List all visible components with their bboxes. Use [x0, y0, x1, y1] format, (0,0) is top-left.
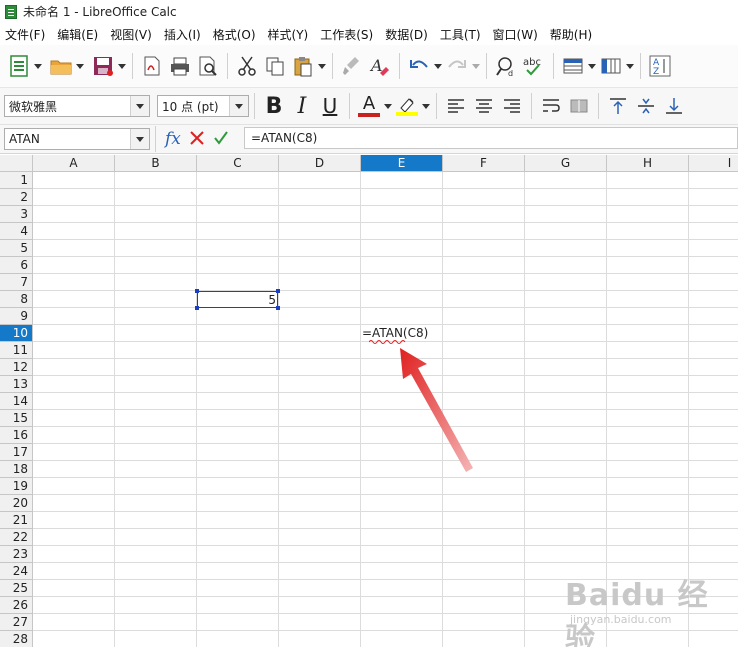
separator — [553, 53, 554, 79]
baidu-watermark-url: jingyan.baidu.com — [570, 613, 672, 626]
paste-icon[interactable] — [289, 52, 317, 80]
underline-button[interactable]: U — [316, 92, 344, 120]
save-dropdown-icon[interactable] — [117, 52, 127, 80]
merge-cells-icon[interactable] — [565, 92, 593, 120]
print-icon[interactable] — [166, 52, 194, 80]
font-size-combo[interactable]: 10 点 (pt) — [157, 95, 249, 117]
redo-icon[interactable] — [443, 52, 471, 80]
menu-tools[interactable]: 工具(T) — [434, 26, 487, 43]
menu-help[interactable]: 帮助(H) — [544, 26, 598, 43]
find-replace-icon[interactable]: d — [492, 52, 520, 80]
separator — [486, 53, 487, 79]
formatting-toolbar: 微软雅黑 10 点 (pt) B I U A — [0, 87, 738, 124]
font-name-combo[interactable]: 微软雅黑 — [4, 95, 150, 117]
calc-app-icon — [5, 4, 17, 19]
font-name-value: 微软雅黑 — [9, 99, 58, 114]
title-bar: 未命名 1 - LibreOffice Calc — [0, 0, 738, 23]
cancel-icon[interactable] — [189, 130, 205, 149]
new-dropdown-icon[interactable] — [33, 52, 43, 80]
menu-file[interactable]: 文件(F) — [0, 26, 51, 43]
clone-formatting-icon[interactable] — [338, 52, 366, 80]
font-size-dropdown-icon[interactable] — [229, 96, 248, 116]
baidu-watermark: Baidu 经验 — [565, 578, 709, 647]
undo-icon[interactable] — [405, 52, 433, 80]
row-dropdown-icon[interactable] — [587, 52, 597, 80]
separator — [436, 93, 437, 119]
bold-button[interactable]: B — [260, 92, 288, 120]
export-pdf-icon[interactable] — [138, 52, 166, 80]
accept-icon[interactable] — [213, 130, 229, 149]
redo-dropdown-icon[interactable] — [471, 52, 481, 80]
separator — [132, 53, 133, 79]
menu-format[interactable]: 格式(O) — [207, 26, 262, 43]
bold-glyph: B — [265, 93, 283, 119]
svg-text:d: d — [508, 69, 513, 77]
font-color-swatch — [358, 113, 380, 117]
separator — [332, 53, 333, 79]
font-color-dropdown-icon[interactable] — [383, 92, 393, 120]
save-icon[interactable] — [89, 52, 117, 80]
wrap-text-icon[interactable] — [537, 92, 565, 120]
separator — [399, 53, 400, 79]
column-icon[interactable] — [597, 52, 625, 80]
align-left-icon[interactable] — [442, 92, 470, 120]
align-bottom-icon[interactable] — [660, 92, 688, 120]
separator — [227, 53, 228, 79]
menu-styles[interactable]: 样式(Y) — [262, 26, 315, 43]
name-box-value: ATAN — [9, 132, 40, 146]
undo-dropdown-icon[interactable] — [433, 52, 443, 80]
font-size-value: 10 点 (pt) — [162, 99, 219, 114]
cut-icon[interactable] — [233, 52, 261, 80]
align-top-icon[interactable] — [604, 92, 632, 120]
menu-bar: 文件(F) 编辑(E) 视图(V) 插入(I) 格式(O) 样式(Y) 工作表(… — [0, 23, 738, 45]
font-name-dropdown-icon[interactable] — [130, 96, 149, 116]
italic-glyph: I — [297, 93, 307, 119]
align-center-icon[interactable] — [470, 92, 498, 120]
menu-data[interactable]: 数据(D) — [379, 26, 434, 43]
svg-text:A: A — [369, 56, 383, 75]
highlight-color-swatch — [396, 112, 418, 116]
separator — [254, 93, 255, 119]
separator — [155, 126, 156, 152]
highlight-color-button[interactable] — [393, 92, 421, 120]
row-icon[interactable] — [559, 52, 587, 80]
print-preview-icon[interactable] — [194, 52, 222, 80]
formula-input[interactable]: =ATAN(C8) — [244, 127, 738, 149]
spelling-icon[interactable]: abc — [520, 52, 548, 80]
spreadsheet-grid[interactable]: A B C D E F G H I 1 2 3 4 5 6 7 8 9 10 11 12 13 14 15 16 17 18 19 20… — [0, 155, 738, 647]
column-dropdown-icon[interactable] — [625, 52, 635, 80]
menu-sheet[interactable]: 工作表(S) — [314, 26, 379, 43]
separator — [531, 93, 532, 119]
open-folder-icon[interactable] — [47, 52, 75, 80]
italic-button[interactable]: I — [288, 92, 316, 120]
highlight-dropdown-icon[interactable] — [421, 92, 431, 120]
name-box-dropdown-icon[interactable] — [130, 129, 149, 149]
menu-edit[interactable]: 编辑(E) — [51, 26, 104, 43]
copy-icon[interactable] — [261, 52, 289, 80]
underline-glyph: U — [322, 94, 338, 118]
menu-insert[interactable]: 插入(I) — [158, 26, 207, 43]
center-vertically-icon[interactable] — [632, 92, 660, 120]
separator — [640, 53, 641, 79]
paste-dropdown-icon[interactable] — [317, 52, 327, 80]
window-title: 未命名 1 - LibreOffice Calc — [23, 5, 177, 19]
new-spreadsheet-icon[interactable] — [5, 52, 33, 80]
menu-window[interactable]: 窗口(W) — [487, 26, 544, 43]
separator — [349, 93, 350, 119]
name-box[interactable]: ATAN — [4, 128, 150, 150]
menu-view[interactable]: 视图(V) — [104, 26, 158, 43]
font-color-glyph: A — [362, 93, 376, 114]
clear-formatting-icon[interactable]: A — [366, 52, 394, 80]
svg-text:Z: Z — [653, 67, 659, 77]
standard-toolbar: A d abc AZ — [0, 45, 738, 87]
align-right-icon[interactable] — [498, 92, 526, 120]
separator — [598, 93, 599, 119]
sort-ascending-icon[interactable]: AZ — [646, 52, 674, 80]
open-dropdown-icon[interactable] — [75, 52, 85, 80]
font-color-button[interactable]: A — [355, 92, 383, 120]
function-wizard-icon[interactable]: fx — [165, 129, 181, 149]
